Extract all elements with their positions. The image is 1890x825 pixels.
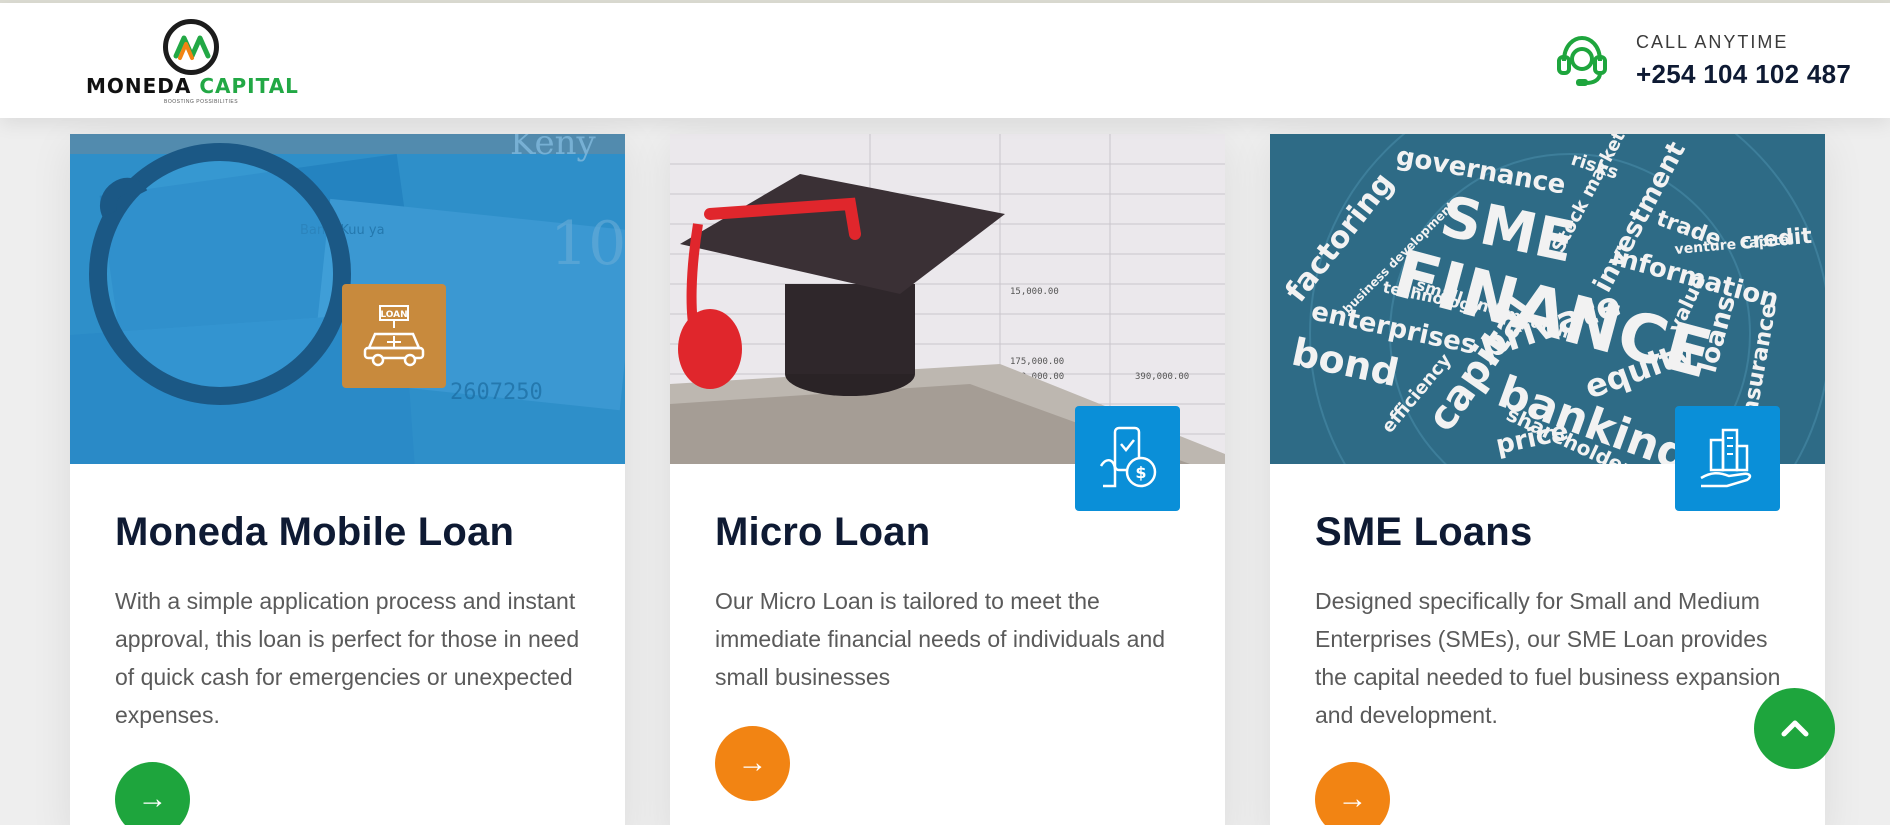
mobile-loan-arrow-button[interactable]: →: [115, 762, 190, 825]
svg-text:LOAN: LOAN: [380, 310, 407, 320]
chevron-up-icon: [1781, 720, 1808, 737]
scroll-to-top-button[interactable]: [1754, 688, 1835, 769]
logo[interactable]: MONEDA CAPITAL BOOSTING POSSIBILITIES: [86, 19, 301, 107]
mobile-loan-image: Keny 10 2607250 Banki Kuu ya LOAN: [70, 134, 625, 464]
card-description: Our Micro Loan is tailored to meet the i…: [715, 588, 1166, 690]
mobile-payment-icon: $: [1075, 406, 1180, 511]
svg-text:175,000.00: 175,000.00: [1010, 357, 1064, 367]
phone-number-link[interactable]: +254 104 102 487: [1636, 59, 1851, 90]
loan-car-icon: LOAN: [342, 284, 446, 388]
micro-loan-arrow-button[interactable]: →: [715, 726, 790, 801]
logo-wordmark: MONEDA CAPITAL: [86, 74, 299, 98]
logo-tagline: BOOSTING POSSIBILITIES: [164, 99, 239, 105]
card-title[interactable]: Micro Loan: [715, 510, 930, 555]
card-title[interactable]: Moneda Mobile Loan: [115, 510, 514, 555]
card-title[interactable]: SME Loans: [1315, 510, 1532, 555]
loan-card-micro: 15,000.00 175,000.00 100,000.00 390,000.…: [670, 134, 1225, 825]
card-description: Designed specifically for Small and Medi…: [1315, 588, 1781, 728]
loan-card-sme: governance risks SME FINANCE factoring b…: [1270, 134, 1825, 825]
svg-text:15,000.00: 15,000.00: [1010, 287, 1059, 297]
card-description: With a simple application process and in…: [115, 588, 580, 728]
buildings-hand-icon: [1675, 406, 1780, 511]
site-header: MONEDA CAPITAL BOOSTING POSSIBILITIES CA…: [0, 3, 1890, 118]
svg-text:$: $: [1135, 463, 1146, 482]
svg-text:390,000.00: 390,000.00: [1135, 372, 1189, 382]
loan-card-mobile: Keny 10 2607250 Banki Kuu ya LOAN Moneda: [70, 134, 625, 825]
headset-icon: [1556, 33, 1608, 87]
logo-mark-icon: [163, 19, 219, 75]
call-label: CALL ANYTIME: [1636, 32, 1789, 52]
sme-loan-arrow-button[interactable]: →: [1315, 762, 1390, 825]
